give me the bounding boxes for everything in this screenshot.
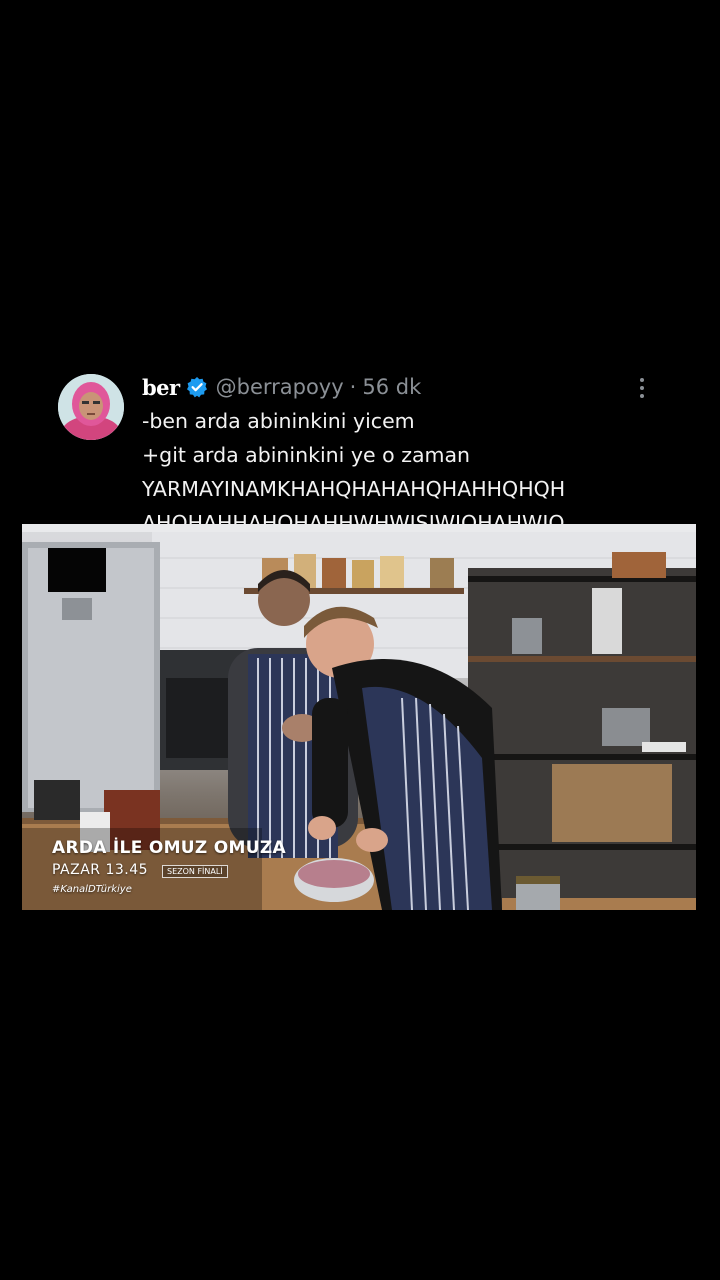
channel-hashtag: #KanalDTürkiye — [52, 884, 132, 895]
handle[interactable]: @berrapoyy — [216, 375, 344, 399]
avatar-image — [58, 374, 124, 440]
tweet-line: +git arda abininkini ye o zaman — [142, 443, 471, 467]
tweet-line: YARMAYINAMKHAHQHAHAHQHAHHQHQH — [142, 477, 566, 501]
more-options-icon[interactable] — [634, 378, 650, 402]
show-title: ARDA İLE OMUZ OMUZA — [52, 838, 286, 858]
redaction-box — [48, 548, 106, 592]
screen: ber @berrapoyy · 56 dk -ben arda abinink… — [0, 0, 720, 1280]
separator: · — [349, 375, 357, 399]
video-top-edge — [22, 524, 696, 532]
tweet-text: -ben arda abininkini yicem +git arda abi… — [142, 404, 662, 540]
verified-badge-icon — [186, 376, 208, 398]
tweet-body: ber @berrapoyy · 56 dk -ben arda abinink… — [142, 372, 662, 540]
tweet[interactable]: ber @berrapoyy · 56 dk -ben arda abinink… — [56, 372, 666, 535]
display-name[interactable]: ber — [142, 375, 180, 400]
show-time: PAZAR 13.45 — [52, 862, 149, 878]
tweet-header: ber @berrapoyy · 56 dk — [142, 372, 662, 402]
timestamp[interactable]: 56 dk — [362, 375, 421, 399]
avatar[interactable] — [58, 374, 124, 440]
season-finale-badge: SEZON FİNALİ — [162, 865, 228, 878]
tweet-line: -ben arda abininkini yicem — [142, 409, 415, 433]
